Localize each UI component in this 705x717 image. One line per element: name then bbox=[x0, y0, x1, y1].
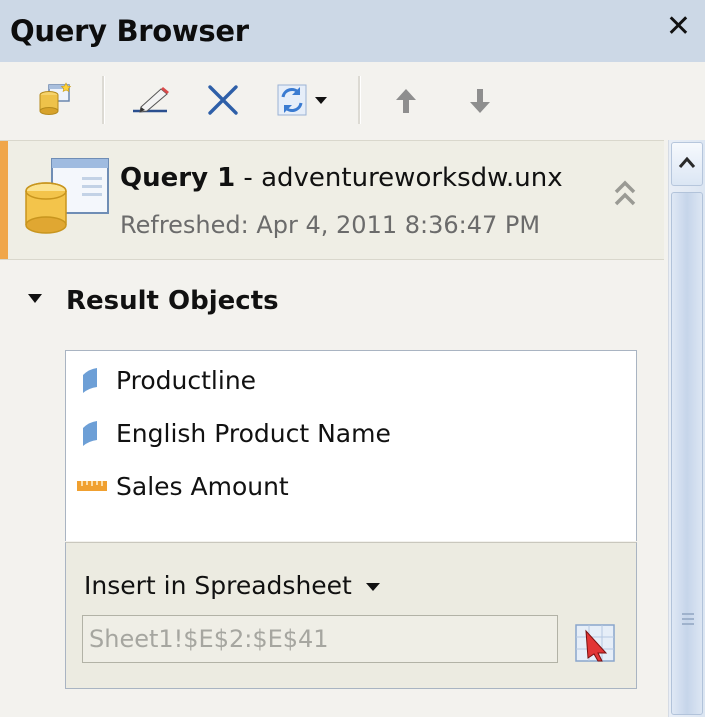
pencil-icon bbox=[133, 87, 169, 113]
query-name: Query 1 bbox=[120, 163, 236, 193]
result-objects-label: Result Objects bbox=[66, 286, 279, 316]
expand-triangle-icon bbox=[28, 294, 42, 303]
chevron-up-icon bbox=[678, 156, 696, 168]
thumb-grip bbox=[682, 623, 694, 625]
list-item[interactable]: Sales Amount bbox=[77, 469, 289, 503]
panel-title-bar: Query Browser ✕ bbox=[0, 0, 705, 62]
thumb-grip bbox=[682, 618, 694, 620]
add-query-button[interactable] bbox=[36, 80, 76, 120]
query-title: Query 1 - adventureworksdw.unx bbox=[120, 163, 563, 193]
range-field[interactable] bbox=[82, 615, 558, 663]
thumb-grip bbox=[682, 613, 694, 615]
dimension-icon bbox=[80, 367, 116, 393]
delete-x-icon bbox=[208, 85, 238, 115]
insert-label: Insert in Spreadsheet bbox=[84, 571, 352, 600]
result-object-label: English Product Name bbox=[116, 418, 391, 448]
arrow-up-icon bbox=[396, 89, 416, 113]
dimension-icon bbox=[80, 420, 116, 446]
chevron-down-icon bbox=[365, 583, 380, 591]
collapse-icon[interactable] bbox=[610, 177, 640, 215]
list-item[interactable]: English Product Name bbox=[80, 416, 391, 450]
result-object-label: Sales Amount bbox=[116, 471, 289, 501]
vertical-scrollbar[interactable] bbox=[668, 140, 705, 717]
scroll-thumb[interactable] bbox=[671, 192, 703, 715]
selection-accent bbox=[0, 141, 8, 259]
insert-panel: Insert in Spreadsheet bbox=[65, 542, 637, 689]
scroll-up-button[interactable] bbox=[671, 142, 703, 186]
move-up-button[interactable] bbox=[388, 80, 424, 120]
measure-icon bbox=[76, 479, 116, 493]
arrow-down-icon bbox=[470, 89, 490, 113]
insert-in-spreadsheet-dropdown[interactable]: Insert in Spreadsheet bbox=[84, 571, 380, 600]
select-range-button[interactable] bbox=[574, 623, 616, 663]
query-refreshed: Refreshed: Apr 4, 2011 8:36:47 PM bbox=[120, 211, 541, 239]
select-range-icon bbox=[575, 624, 615, 662]
refresh-icon bbox=[277, 84, 307, 116]
delete-button[interactable] bbox=[203, 80, 243, 120]
edit-button[interactable] bbox=[130, 80, 176, 120]
toolbar-separator bbox=[102, 76, 105, 124]
result-object-label: Productline bbox=[116, 365, 257, 395]
query-source: adventureworksdw.unx bbox=[261, 163, 563, 193]
query-icon bbox=[22, 155, 112, 249]
database-add-icon bbox=[39, 82, 72, 115]
toolbar-separator bbox=[358, 76, 361, 124]
close-icon[interactable]: ✕ bbox=[666, 12, 691, 42]
result-objects-header[interactable]: Result Objects bbox=[28, 286, 279, 316]
query-header[interactable]: Query 1 - adventureworksdw.unx Refreshed… bbox=[0, 140, 664, 260]
chevron-down-icon[interactable] bbox=[312, 94, 330, 106]
query-separator: - bbox=[235, 163, 262, 193]
toolbar bbox=[0, 62, 705, 138]
list-item[interactable]: Productline bbox=[80, 363, 256, 397]
result-objects-list: Productline English Product Name Sales A… bbox=[65, 350, 637, 541]
move-down-button[interactable] bbox=[462, 80, 498, 120]
panel-title: Query Browser bbox=[10, 14, 249, 48]
refresh-button[interactable] bbox=[268, 80, 334, 120]
